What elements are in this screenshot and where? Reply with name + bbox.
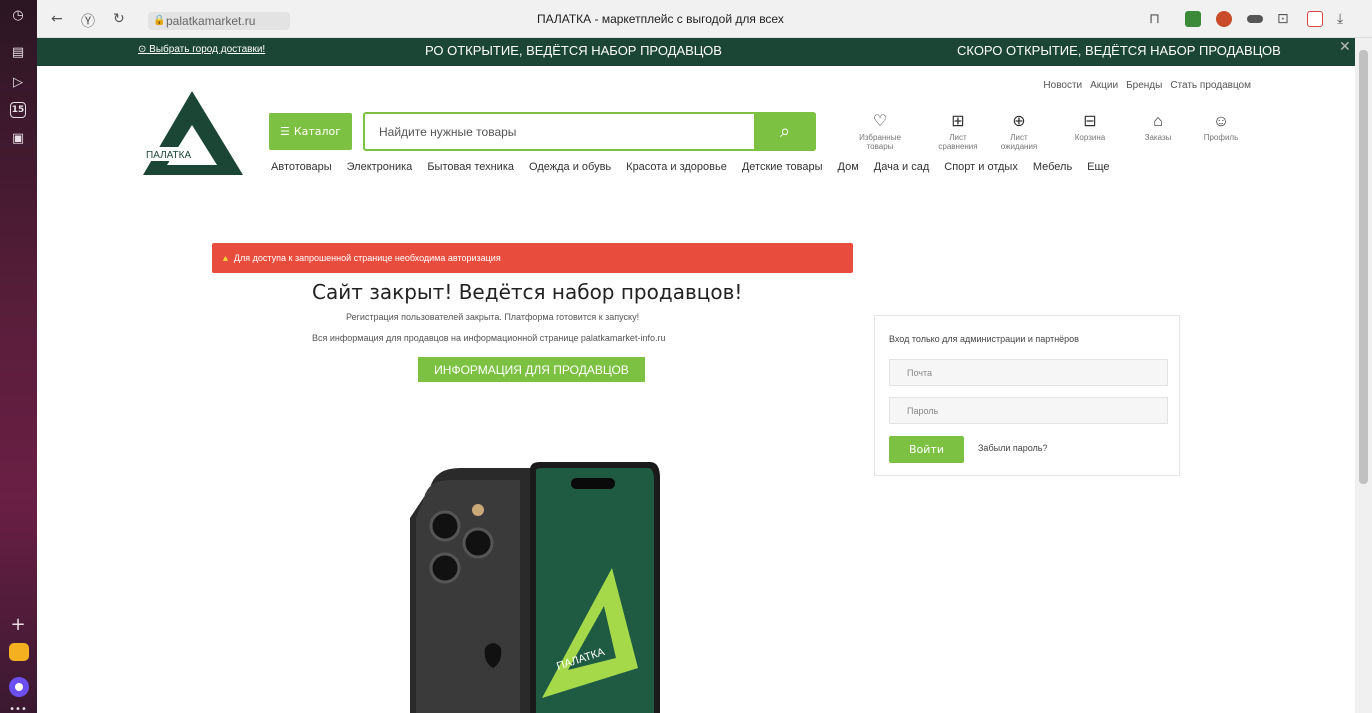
- phone-illustration: ПАЛАТКА: [410, 462, 660, 713]
- password-field[interactable]: [889, 397, 1168, 424]
- category-link[interactable]: Красота и здоровье: [626, 161, 727, 173]
- promos-link[interactable]: Акции: [1090, 80, 1118, 91]
- become-seller-link[interactable]: Стать продавцом: [1170, 80, 1251, 91]
- search-bar: ⌕: [363, 112, 816, 151]
- url-text: palatkamarket.ru: [166, 14, 256, 28]
- extension-icon[interactable]: ⊡: [1277, 11, 1289, 27]
- compare-button[interactable]: ⊞ Лист сравнения: [930, 113, 986, 151]
- logo-text: ПАЛАТКА: [146, 150, 191, 161]
- category-link[interactable]: Автотовары: [271, 161, 332, 173]
- cart-button[interactable]: ⊟ Корзина: [1062, 113, 1118, 142]
- downloads-icon[interactable]: ⤓: [1337, 11, 1343, 27]
- bookmark-icon[interactable]: ⊓: [1149, 11, 1160, 27]
- select-city-link[interactable]: ⊙ Выбрать город доставки!: [138, 44, 265, 55]
- login-button[interactable]: Войти: [889, 436, 964, 463]
- favorites-label: Избранные товары: [859, 133, 901, 151]
- collections-icon[interactable]: ▤: [7, 41, 29, 63]
- scrollbar-thumb[interactable]: [1359, 50, 1368, 484]
- browser-toolbar: ← Ⓨ ↻ 🔒 palatkamarket.ru ПАЛАТКА - марке…: [37, 0, 1372, 38]
- extension-icon[interactable]: [1307, 11, 1323, 27]
- forgot-password-link[interactable]: Забыли пароль?: [978, 443, 1047, 453]
- sellers-info-button[interactable]: ИНФОРМАЦИЯ ДЛЯ ПРОДАВЦОВ: [418, 357, 645, 382]
- play-icon[interactable]: ▷: [7, 71, 29, 93]
- more-icon[interactable]: •••: [7, 698, 29, 713]
- lock-icon: 🔒: [153, 15, 166, 26]
- mail-icon[interactable]: [9, 643, 29, 661]
- wishlist-button[interactable]: ⊕ Лист ожидания: [991, 113, 1047, 151]
- close-icon[interactable]: ✕: [1339, 39, 1351, 55]
- ticker-text: СКОРО ОТКРЫТИЕ, ВЕДЁТСЯ НАБОР ПРОДАВЦОВ: [957, 43, 1281, 58]
- address-bar[interactable]: 🔒 palatkamarket.ru: [148, 12, 290, 30]
- auth-alert: ▲ Для доступа к запрошенной странице необ…: [212, 243, 853, 273]
- news-link[interactable]: Новости: [1043, 80, 1082, 91]
- announcement-strip: ⊙ Выбрать город доставки! РО ОТКРЫТИЕ, В…: [37, 38, 1355, 66]
- favorites-button[interactable]: ♡ Избранные товары: [852, 113, 908, 151]
- catalog-label: Каталог: [293, 125, 342, 138]
- catalog-button[interactable]: ☰ Каталог: [269, 113, 352, 150]
- screenshot-icon[interactable]: ▣: [7, 127, 29, 149]
- wishlist-label: Лист ожидания: [1000, 133, 1038, 151]
- scrollbar[interactable]: [1355, 38, 1372, 713]
- compare-label: Лист сравнения: [938, 133, 978, 151]
- history-icon[interactable]: ◷: [7, 4, 29, 26]
- search-input[interactable]: [379, 122, 749, 142]
- add-panel-icon[interactable]: +: [7, 613, 29, 635]
- category-link[interactable]: Спорт и отдых: [944, 161, 1018, 173]
- assistant-icon[interactable]: [9, 677, 29, 697]
- category-nav: Автотовары Электроника Бытовая техника О…: [271, 161, 1125, 173]
- category-link[interactable]: Одежда и обувь: [529, 161, 611, 173]
- warning-icon: ▲: [221, 253, 230, 263]
- brands-link[interactable]: Бренды: [1126, 80, 1162, 91]
- back-icon[interactable]: ←: [51, 11, 63, 27]
- login-title: Вход только для администрации и партнёро…: [889, 334, 1079, 344]
- registration-note: Регистрация пользователей закрыта. Платф…: [346, 312, 640, 322]
- login-form: Вход только для администрации и партнёро…: [874, 315, 1180, 476]
- cart-label: Корзина: [1074, 133, 1106, 142]
- basket-icon: ⊟: [1083, 113, 1097, 130]
- search-icon: ⌕: [779, 121, 791, 142]
- ticker-text: РО ОТКРЫТИЕ, ВЕДЁТСЯ НАБОР ПРОДАВЦОВ: [425, 43, 722, 58]
- extension-icon[interactable]: [1185, 11, 1201, 27]
- menu-icon: ☰: [279, 125, 290, 138]
- search-button[interactable]: ⌕: [754, 112, 816, 151]
- category-link[interactable]: Дача и сад: [874, 161, 929, 173]
- alert-text: Для доступа к запрошенной странице необх…: [233, 253, 501, 263]
- compare-icon: ⊞: [951, 113, 965, 130]
- heart-icon: ♡: [872, 113, 888, 130]
- orders-label: Заказы: [1144, 133, 1172, 142]
- browser-sidebar: ◷ ▤ ▷ 15 ▣ + •••: [0, 0, 37, 713]
- site-logo[interactable]: ПАЛАТКА: [143, 89, 245, 177]
- profile-button[interactable]: ☺ Профиль: [1193, 113, 1249, 142]
- top-links: Новости Акции Бренды Стать продавцом: [1043, 80, 1251, 91]
- email-field[interactable]: [889, 359, 1168, 386]
- yandex-icon[interactable]: Ⓨ: [81, 11, 95, 31]
- category-link[interactable]: Дом: [838, 161, 859, 173]
- more-categories-link[interactable]: Еще: [1087, 161, 1109, 173]
- smiley-icon: ☺: [1212, 113, 1230, 130]
- bag-icon: ⌂: [1153, 113, 1163, 130]
- category-link[interactable]: Электроника: [347, 161, 413, 173]
- category-link[interactable]: Бытовая техника: [427, 161, 514, 173]
- profile-label: Профиль: [1203, 133, 1239, 142]
- orders-button[interactable]: ⌂ Заказы: [1130, 113, 1186, 142]
- extension-icon[interactable]: [1216, 11, 1232, 27]
- info-note: Вся информация для продавцов на информац…: [312, 333, 666, 343]
- page-title: ПАЛАТКА - маркетплейс с выгодой для всех: [537, 12, 784, 26]
- reload-icon[interactable]: ↻: [113, 11, 125, 27]
- category-link[interactable]: Детские товары: [742, 161, 823, 173]
- extension-icon[interactable]: [1247, 15, 1263, 23]
- wishlist-icon: ⊕: [1012, 113, 1026, 130]
- closed-headline: Сайт закрыт! Ведётся набор продавцов!: [312, 280, 743, 304]
- calendar-icon[interactable]: 15: [10, 102, 26, 118]
- city-link-label: Выбрать город доставки!: [149, 44, 266, 55]
- category-link[interactable]: Мебель: [1033, 161, 1072, 173]
